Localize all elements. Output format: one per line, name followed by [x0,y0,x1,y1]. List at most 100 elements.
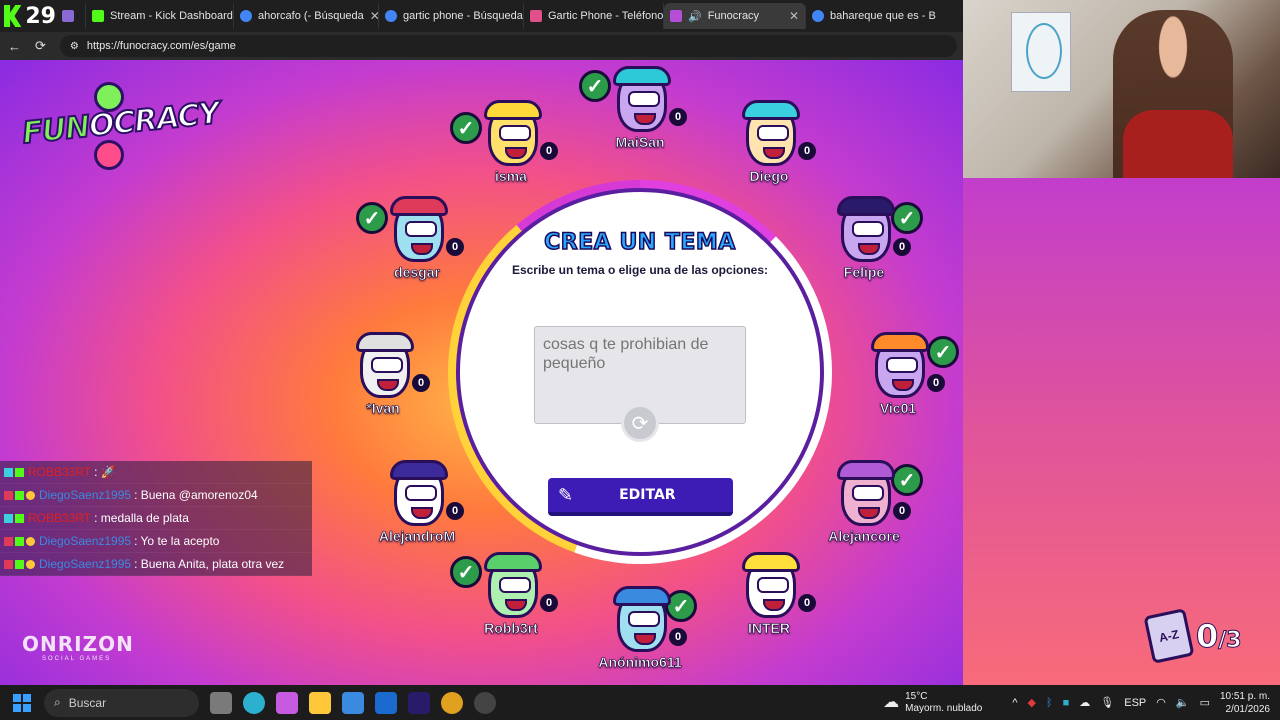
bluetooth-icon[interactable]: ᛒ [1046,697,1053,709]
chat-message: DiegoSaenz1995: Yo te la acepto [0,530,312,553]
chevron-up-icon[interactable]: ^ [1012,697,1017,709]
kick-logo-icon [4,5,22,27]
onedrive-icon[interactable]: ☁ [1079,696,1090,709]
funocracy-logo: FUNOCRACY [20,82,222,172]
defender-icon[interactable]: ■ [1063,697,1070,709]
url-text: https://funocracy.com/es/game [86,40,236,52]
clock[interactable]: 10:51 p. m. 2/01/2026 [1220,690,1270,716]
gift-badge-icon [4,490,13,500]
score-badge: 0 [893,502,911,520]
close-tab-icon[interactable]: ✕ [789,9,799,23]
microphone-icon[interactable]: 🎙 [1100,696,1114,709]
taskbar-search[interactable]: ⌕ Buscar [44,688,199,717]
score-badge: 0 [446,238,464,256]
instructions: Escribe un tema o elige una de las opcio… [511,263,769,277]
round-total: /3 [1218,628,1242,654]
player-diego: 0 Diego [724,100,816,204]
reload-icon[interactable]: ⟳ [35,38,46,54]
player-alejandrom: 0 AlejandroM [372,460,464,564]
back-icon[interactable]: ← [8,39,21,54]
player-name: isma [495,168,528,185]
browser-tab-bar: 29 Stream - Kick Dashboard✕ ahorcafo (- … [0,0,963,32]
tab-0[interactable] [56,3,86,29]
address-bar: ← ⟳ ⚙ https://funocracy.com/es/game [0,32,963,60]
theme-panel: CREA UN TEMA Escribe un tema o elige una… [500,229,780,277]
gartic-icon [530,10,542,22]
edit-button[interactable]: ✎ EDITAR [548,478,733,516]
player-name: Felipe [843,264,885,281]
task-view-icon[interactable] [210,691,232,714]
cloud-icon: ☁ [883,693,900,711]
player-isma: ✓ 0 isma [450,100,558,204]
warning-badge-icon [26,536,35,546]
score-badge: 0 [669,628,687,646]
funocracy-icon [670,10,682,22]
tab-ahorcado-search[interactable]: ahorcafo (- Búsqueda ✕ [234,3,379,29]
plus-badge-icon [15,467,24,477]
store-icon[interactable] [342,691,364,714]
onrizon-logo: ONRIZON SOCIAL GAMES [22,632,134,662]
player-inter: 0 INTER [724,552,816,656]
shuffle-options-button[interactable]: ⟳ [621,404,659,442]
tab-funocracy[interactable]: 🔊 Funocracy ✕ [664,3,806,29]
search-icon: ⌕ [54,695,61,709]
webcam-overlay [963,0,1280,178]
site-info-icon[interactable]: ⚙ [70,41,79,52]
close-tab-icon[interactable]: ✕ [370,9,378,23]
ready-check-icon: ✓ [579,70,611,102]
file-explorer-icon[interactable] [309,691,331,714]
search-icon [812,10,824,22]
score-badge: 0 [412,374,430,392]
wall-drawing [1011,12,1071,92]
obs-icon[interactable] [474,691,496,714]
wifi-icon[interactable]: ◠ [1156,696,1166,709]
tab-gartic-phone[interactable]: Gartic Phone - Teléfono ..✕ [524,3,664,29]
score-badge: 0 [540,142,558,160]
game-background-right [963,178,1280,685]
player-vic01: ✓ 0 Vic01 [853,332,959,436]
plus-badge-icon [15,559,24,569]
gem-badge-icon [4,513,13,523]
kick-widget[interactable]: 29 [0,0,56,32]
copilot-icon[interactable] [276,691,298,714]
url-field[interactable]: ⚙ https://funocracy.com/es/game [59,35,957,57]
player-name: desgar [394,264,441,281]
ready-check-icon: ✓ [450,556,482,588]
player-name: *Ivan [366,400,400,417]
volume-icon[interactable]: 🔈 [1176,696,1190,709]
az-card-icon: A-Z [1143,608,1195,664]
weather-widget[interactable]: ☁ 15°C Mayorm. nublado [883,691,982,715]
chat-message: ROBB33RT: medalla de plata [0,507,312,530]
warning-badge-icon [26,490,35,500]
plus-badge-icon [15,536,24,546]
shield-icon[interactable]: ◆ [1028,696,1036,709]
chrome-icon[interactable] [441,691,463,714]
round-counter: A-Z 0/3 [1143,608,1242,664]
warning-badge-icon [26,559,35,569]
language-indicator[interactable]: ESP [1124,697,1146,709]
score-badge: 0 [798,594,816,612]
outlook-icon[interactable] [375,691,397,714]
premiere-icon[interactable] [408,691,430,714]
tab-bahareque-search[interactable]: bahareque que es - Búsq [806,3,936,29]
ready-check-icon: ✓ [891,464,923,496]
tab-gartic-search[interactable]: gartic phone - Búsqueda✕ [379,3,524,29]
player-robb3rt: ✓ 0 Robb3rt [450,552,558,656]
start-button[interactable] [0,693,44,712]
player-name: Diego [749,168,789,185]
round-current: 0 [1195,617,1219,656]
player-name: MaiSan [615,134,665,151]
edge-icon[interactable] [243,691,265,714]
plus-badge-icon [15,490,24,500]
player-name: Anónimo611 [598,654,682,671]
chat-message: ROBB33RT: 🚀 [0,461,312,484]
player-name: Robb3rt [484,620,538,637]
ready-check-icon: ✓ [927,336,959,368]
battery-icon[interactable]: ▭ [1200,696,1210,709]
tab-kick-dashboard[interactable]: Stream - Kick Dashboard✕ [86,3,234,29]
score-badge: 0 [669,108,687,126]
system-tray: ☁ 15°C Mayorm. nublado ^ ◆ ᛒ ■ ☁ 🎙 ESP ◠ … [883,690,1280,716]
game-area: FUNOCRACY CREA UN TEMA Escribe un tema o… [0,60,963,685]
gem-badge-icon [4,467,13,477]
ready-check-icon: ✓ [891,202,923,234]
